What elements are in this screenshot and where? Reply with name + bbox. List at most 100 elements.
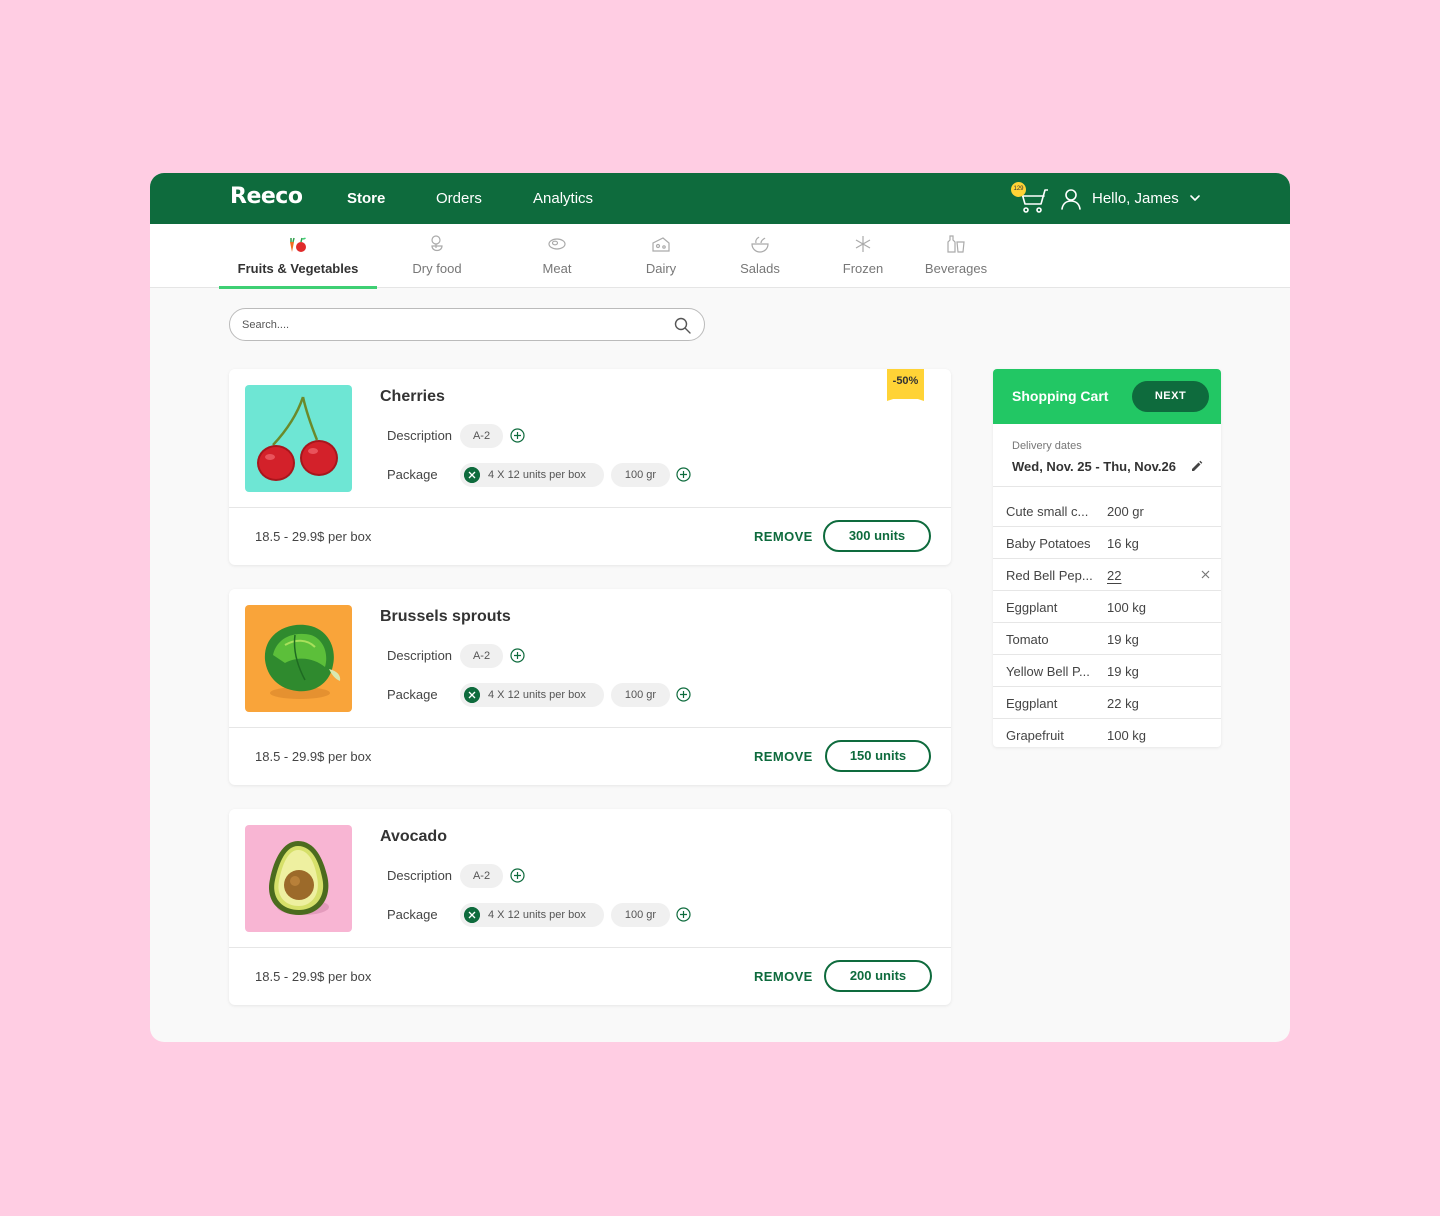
brand-logo[interactable]: Reeco <box>230 184 303 209</box>
cart-item-qty[interactable]: 19 kg <box>1107 664 1139 679</box>
cart-item[interactable]: Grapefruit 100 kg <box>993 719 1221 747</box>
add-description-icon[interactable] <box>510 648 525 663</box>
package-units-chip[interactable]: 4 X 12 units per box <box>460 683 604 707</box>
package-label: Package <box>387 467 438 482</box>
close-icon[interactable] <box>464 907 480 923</box>
cart-item[interactable]: Cute small c... 200 gr <box>993 495 1221 527</box>
add-description-icon[interactable] <box>510 428 525 443</box>
package-units-chip[interactable]: 4 X 12 units per box <box>460 463 604 487</box>
tab-frozen[interactable]: Frozen <box>823 224 903 288</box>
avocado-image <box>268 841 329 915</box>
delivery-dates-value: Wed, Nov. 25 - Thu, Nov.26 <box>1012 459 1176 474</box>
tab-dairy[interactable]: Dairy <box>621 224 701 288</box>
cart-item[interactable]: Eggplant 22 kg <box>993 687 1221 719</box>
salads-icon <box>751 236 769 253</box>
nav-store[interactable]: Store <box>347 190 385 207</box>
description-label: Description <box>387 648 453 663</box>
tab-beverages[interactable]: Beverages <box>916 224 996 288</box>
tab-meat[interactable]: Meat <box>517 224 597 288</box>
card-divider <box>229 507 951 508</box>
user-greeting[interactable]: Hello, James <box>1092 190 1179 207</box>
close-icon[interactable] <box>464 687 480 703</box>
description-chip[interactable]: A-2 <box>460 424 503 448</box>
cart-item-qty[interactable]: 19 kg <box>1107 632 1139 647</box>
quantity-button[interactable]: 200 units <box>824 960 932 992</box>
cart-item-qty-input[interactable]: 22 <box>1107 568 1121 583</box>
cart-item-name: Red Bell Pep... <box>1006 568 1093 583</box>
add-package-icon[interactable] <box>676 467 691 482</box>
description-chip[interactable]: A-2 <box>460 864 503 888</box>
cart-item-name: Cute small c... <box>1006 504 1089 519</box>
cart-item-name: Grapefruit <box>1006 728 1064 743</box>
cart-item-qty[interactable]: 200 gr <box>1107 504 1144 519</box>
close-icon[interactable] <box>464 467 480 483</box>
cart-item-name: Baby Potatoes <box>1006 536 1091 551</box>
cart-item-qty[interactable]: 16 kg <box>1107 536 1139 551</box>
cart-item-qty[interactable]: 22 kg <box>1107 696 1139 711</box>
product-card-brussels-sprouts: Brussels sprouts Description A-2 Package… <box>229 589 951 785</box>
tab-salads[interactable]: Salads <box>720 224 800 288</box>
search-icon[interactable] <box>674 317 691 334</box>
fruits-vegetables-icon <box>290 237 306 252</box>
package-units-chip[interactable]: 4 X 12 units per box <box>460 903 604 927</box>
product-card-cherries: Cherries -50% Description A-2 Package 4 … <box>229 369 951 565</box>
remove-button[interactable]: REMOVE <box>754 529 813 544</box>
add-package-icon[interactable] <box>676 907 691 922</box>
tab-fruits-vegetables[interactable]: Fruits & Vegetables <box>219 224 377 289</box>
next-button[interactable]: NEXT <box>1132 381 1209 412</box>
cart-item-qty[interactable]: 100 kg <box>1107 600 1146 615</box>
pencil-icon[interactable] <box>1191 460 1203 472</box>
description-chip[interactable]: A-2 <box>460 644 503 668</box>
search-input[interactable] <box>242 316 662 334</box>
cherries-image <box>257 396 338 481</box>
cart-item[interactable]: Eggplant 100 kg <box>993 591 1221 623</box>
dry-food-icon <box>431 235 443 252</box>
cart-divider <box>993 486 1221 487</box>
description-label: Description <box>387 868 453 883</box>
snowflake-icon <box>855 236 871 252</box>
product-card-avocado: Avocado Description A-2 Package 4 X 12 u… <box>229 809 951 1005</box>
cart-title: Shopping Cart <box>1012 388 1109 404</box>
product-image-avocado <box>245 825 352 932</box>
tab-label: Frozen <box>842 261 884 276</box>
cart-item[interactable]: Baby Potatoes 16 kg <box>993 527 1221 559</box>
cart-item-qty[interactable]: 100 kg <box>1107 728 1146 743</box>
package-weight-chip[interactable]: 100 gr <box>611 463 670 487</box>
category-tabs: Fruits & Vegetables Dry food Meat Dairy <box>150 224 1290 289</box>
brussels-sprouts-image <box>264 624 341 699</box>
close-icon[interactable] <box>1200 569 1211 580</box>
quantity-button[interactable]: 300 units <box>823 520 931 552</box>
discount-ribbon-notch <box>887 393 924 401</box>
cart-item-name: Eggplant <box>1006 600 1058 615</box>
package-weight-chip[interactable]: 100 gr <box>611 903 670 927</box>
package-units-text: 4 X 12 units per box <box>488 909 586 921</box>
shopping-cart-panel: Shopping Cart NEXT Delivery dates Wed, N… <box>993 369 1221 747</box>
quantity-button[interactable]: 150 units <box>825 740 931 772</box>
remove-button[interactable]: REMOVE <box>754 969 813 984</box>
user-icon[interactable] <box>1060 188 1082 210</box>
add-package-icon[interactable] <box>676 687 691 702</box>
package-weight-chip[interactable]: 100 gr <box>611 683 670 707</box>
cart-item[interactable]: Red Bell Pep... 22 <box>993 559 1221 591</box>
cart-item[interactable]: Tomato 19 kg <box>993 623 1221 655</box>
nav-orders[interactable]: Orders <box>436 190 482 207</box>
cart-item-name: Tomato <box>1006 632 1049 647</box>
price-range: 18.5 - 29.9$ per box <box>255 969 372 984</box>
remove-button[interactable]: REMOVE <box>754 749 813 764</box>
nav-analytics[interactable]: Analytics <box>533 190 593 207</box>
product-image-brussels-sprouts <box>245 605 352 712</box>
card-divider <box>229 727 951 728</box>
tab-dry-food[interactable]: Dry food <box>397 224 477 288</box>
card-divider <box>229 947 951 948</box>
tab-label: Beverages <box>924 261 988 276</box>
price-range: 18.5 - 29.9$ per box <box>255 749 372 764</box>
app-window: Reeco Store Orders Analytics 129 Hello, … <box>150 173 1290 1042</box>
price-range: 18.5 - 29.9$ per box <box>255 529 372 544</box>
cart-item[interactable]: Yellow Bell P... 19 kg <box>993 655 1221 687</box>
delivery-dates-label: Delivery dates <box>1012 440 1082 452</box>
add-description-icon[interactable] <box>510 868 525 883</box>
chevron-down-icon[interactable] <box>1188 191 1202 205</box>
package-label: Package <box>387 687 438 702</box>
package-label: Package <box>387 907 438 922</box>
package-units-text: 4 X 12 units per box <box>488 469 586 481</box>
